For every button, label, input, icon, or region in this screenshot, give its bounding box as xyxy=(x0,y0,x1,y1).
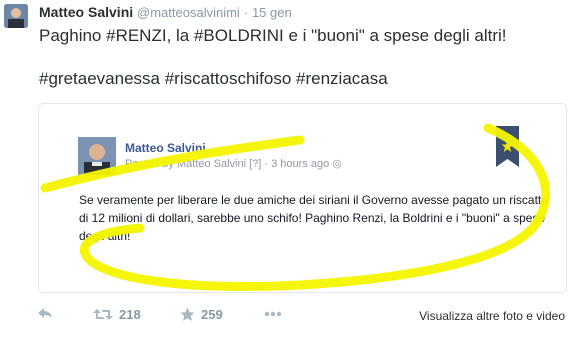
tweet-header: Matteo Salvini @matteosalvinimi · 15 gen xyxy=(39,4,292,20)
tweet-text-line1: Paghino #RENZI, la #BOLDRINI e i "buoni"… xyxy=(39,26,507,45)
more-options-button[interactable] xyxy=(264,311,282,317)
embedded-post-card[interactable]: Matteo Salvini Posted by Matteo Salvini … xyxy=(38,103,567,293)
author-handle[interactable]: @matteosalvinimi xyxy=(137,5,240,20)
author-name[interactable]: Matteo Salvini xyxy=(39,4,133,20)
star-icon xyxy=(180,307,195,321)
reply-button[interactable] xyxy=(37,307,53,319)
tweet-hashtags[interactable]: #gretaevanessa #riscattoschifoso #renzia… xyxy=(39,68,388,89)
favorite-button[interactable]: 259 xyxy=(180,307,223,322)
bookmark-ribbon-icon xyxy=(496,126,519,167)
retweet-count: 218 xyxy=(119,307,141,322)
embedded-post-text: Se veramente per liberare le due amiche … xyxy=(79,193,548,243)
view-more-media-link[interactable]: Visualizza altre foto e video xyxy=(419,309,565,323)
header-separator: · xyxy=(243,5,249,20)
retweet-button[interactable]: 218 xyxy=(93,307,141,322)
embedded-author-avatar[interactable] xyxy=(78,137,116,175)
tweet-date[interactable]: 15 gen xyxy=(252,5,292,20)
author-avatar[interactable] xyxy=(4,4,28,28)
more-dots-icon xyxy=(264,311,282,317)
embedded-author-name[interactable]: Matteo Salvini xyxy=(125,141,206,155)
favorite-count: 259 xyxy=(201,307,223,322)
retweet-icon xyxy=(93,309,113,320)
embedded-post-meta: Posted by Matteo Salvini [?] · 3 hours a… xyxy=(125,158,342,170)
reply-icon xyxy=(38,308,52,318)
